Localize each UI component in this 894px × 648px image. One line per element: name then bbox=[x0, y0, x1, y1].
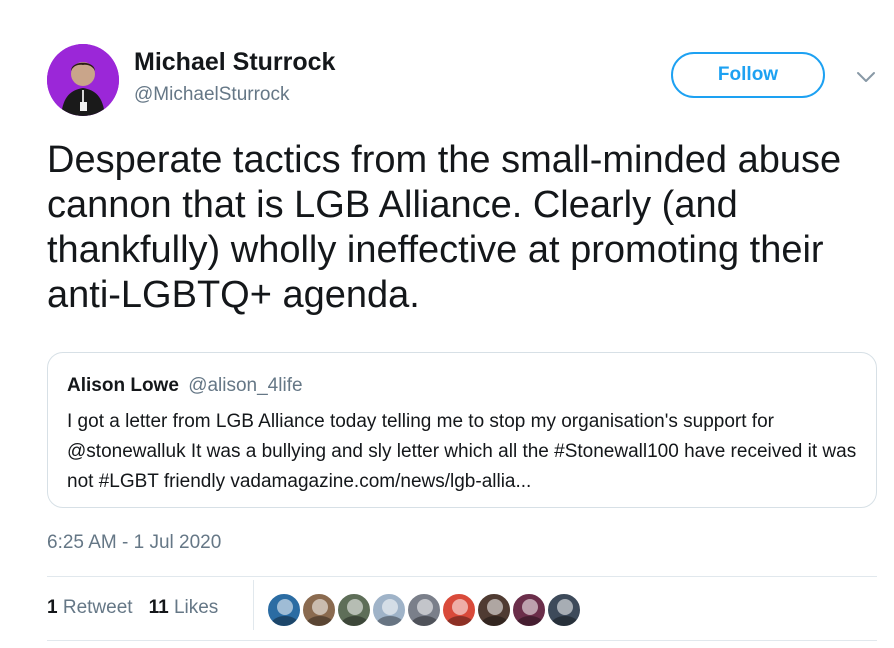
likes-label: Likes bbox=[173, 597, 219, 618]
likes-stat[interactable]: 11 Likes bbox=[149, 597, 219, 619]
liker-avatar[interactable] bbox=[371, 592, 407, 628]
quoted-author-name: Alison Lowe bbox=[67, 375, 179, 396]
liker-avatars bbox=[266, 592, 582, 628]
author-name[interactable]: Michael Sturrock bbox=[134, 48, 335, 77]
avatar-image bbox=[47, 44, 119, 116]
retweets-stat[interactable]: 1 Retweet bbox=[47, 597, 133, 619]
author-handle[interactable]: @MichaelSturrock bbox=[134, 84, 290, 106]
divider bbox=[47, 640, 877, 641]
follow-button[interactable]: Follow bbox=[671, 52, 825, 98]
engagement-stats: 1 Retweet 11 Likes bbox=[47, 597, 218, 619]
liker-avatar[interactable] bbox=[336, 592, 372, 628]
author-avatar[interactable] bbox=[47, 44, 119, 116]
liker-avatar[interactable] bbox=[301, 592, 337, 628]
quoted-tweet[interactable]: Alison Lowe @alison_4life I got a letter… bbox=[47, 352, 877, 508]
retweets-count: 1 bbox=[47, 597, 58, 618]
retweets-label: Retweet bbox=[62, 597, 133, 618]
stats-separator bbox=[253, 580, 254, 630]
liker-avatar[interactable] bbox=[476, 592, 512, 628]
tweet-timestamp[interactable]: 6:25 AM - 1 Jul 2020 bbox=[47, 532, 221, 554]
quoted-tweet-text: I got a letter from LGB Alliance today t… bbox=[67, 411, 857, 492]
liker-avatar[interactable] bbox=[546, 592, 582, 628]
likes-count: 11 bbox=[148, 597, 169, 618]
liker-avatar[interactable] bbox=[511, 592, 547, 628]
liker-avatar[interactable] bbox=[266, 592, 302, 628]
divider bbox=[47, 576, 877, 577]
tweet-text: Desperate tactics from the small-minded … bbox=[47, 139, 842, 316]
chevron-down-icon[interactable] bbox=[855, 66, 877, 88]
quoted-tweet-header: Alison Lowe @alison_4life bbox=[67, 375, 303, 397]
liker-avatar[interactable] bbox=[441, 592, 477, 628]
quoted-author-handle: @alison_4life bbox=[188, 375, 303, 396]
liker-avatar[interactable] bbox=[406, 592, 442, 628]
